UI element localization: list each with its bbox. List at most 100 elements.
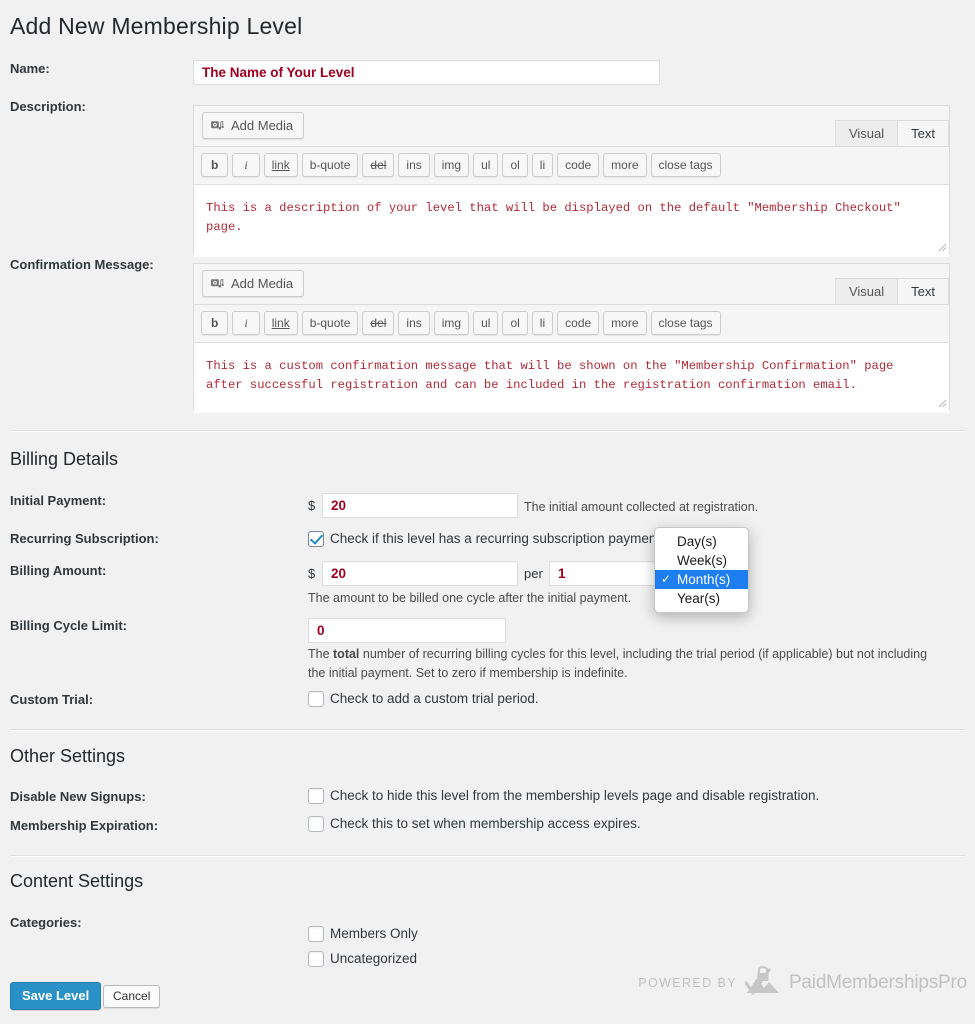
page-title: Add New Membership Level xyxy=(10,13,303,39)
quicktag-li[interactable]: li xyxy=(531,311,554,335)
cycle-period-dropdown[interactable]: Day(s) Week(s) Month(s) Year(s) xyxy=(654,527,749,613)
custom-trial-checkbox[interactable] xyxy=(308,691,324,707)
add-media-label: Add Media xyxy=(231,118,294,133)
quicktag-bold[interactable]: b xyxy=(201,153,229,177)
membership-expiration-checkbox-label: Check this to set when membership access… xyxy=(330,816,641,831)
media-camera-note-icon xyxy=(211,277,225,291)
custom-trial-checkbox-label: Check to add a custom trial period. xyxy=(330,691,539,706)
description-editor: Add Media Visual Text b i link b-quote d… xyxy=(193,105,950,257)
categories-label: Categories: xyxy=(10,915,82,930)
quicktag-italic[interactable]: i xyxy=(232,153,260,177)
quicktag-bold[interactable]: b xyxy=(201,311,229,335)
category-checkbox-uncategorized[interactable] xyxy=(308,951,324,967)
quicktag-ol[interactable]: ol xyxy=(502,153,528,177)
quicktag-ul[interactable]: ul xyxy=(473,311,499,335)
disable-new-signups-label: Disable New Signups: xyxy=(10,789,146,804)
cycle-period-option-weeks[interactable]: Week(s) xyxy=(655,551,748,570)
quicktag-more[interactable]: more xyxy=(603,311,647,335)
quicktag-code[interactable]: code xyxy=(557,311,600,335)
billing-details-heading: Billing Details xyxy=(10,449,119,469)
custom-trial-label: Custom Trial: xyxy=(10,692,94,707)
recurring-subscription-label: Recurring Subscription: xyxy=(10,531,159,546)
quicktag-img[interactable]: img xyxy=(433,311,470,335)
hint-part-2: number of recurring billing cycles for t… xyxy=(308,647,928,680)
billing-amount-input[interactable] xyxy=(322,561,518,586)
billing-amount-currency: $ xyxy=(308,566,316,581)
quicktag-bquote[interactable]: b-quote xyxy=(301,153,359,177)
powered-by-badge: POWERED BY PaidMembershipsPro xyxy=(638,966,967,999)
initial-payment-label: Initial Payment: xyxy=(10,493,107,508)
quicktag-ins[interactable]: ins xyxy=(398,153,430,177)
section-divider-content xyxy=(10,855,965,857)
add-media-button[interactable]: Add Media xyxy=(202,112,305,139)
quicktag-del[interactable]: del xyxy=(362,153,395,177)
disable-new-signups-checkbox-label: Check to hide this level from the member… xyxy=(330,788,820,803)
confirmation-editor-topbar: Add Media Visual Text xyxy=(194,264,949,304)
billing-amount-hint: The amount to be billed one cycle after … xyxy=(308,591,632,605)
name-input[interactable] xyxy=(193,60,660,85)
quicktag-ins[interactable]: ins xyxy=(398,311,430,335)
cycle-period-option-days[interactable]: Day(s) xyxy=(655,532,748,551)
cycle-number-input[interactable] xyxy=(549,561,661,586)
section-divider-billing xyxy=(10,430,965,432)
confirmation-editor-mode-tabs: Visual Text xyxy=(834,278,949,304)
pmpro-brand-name: PaidMembershipsPro xyxy=(788,971,967,993)
quicktag-ol[interactable]: ol xyxy=(502,311,528,335)
initial-payment-currency: $ xyxy=(308,498,316,513)
quicktag-img[interactable]: img xyxy=(433,153,470,177)
billing-amount-label: Billing Amount: xyxy=(10,563,107,578)
cycle-period-option-years[interactable]: Year(s) xyxy=(655,589,748,608)
description-quicktags-toolbar: b i link b-quote del ins img ul ol li co… xyxy=(194,146,949,185)
quicktag-italic[interactable]: i xyxy=(232,311,260,335)
cycle-period-option-months[interactable]: Month(s) xyxy=(655,570,748,589)
add-media-label: Add Media xyxy=(231,276,294,291)
media-camera-note-icon xyxy=(211,119,225,133)
hint-part-1: The xyxy=(308,647,334,661)
pmpro-mountain-checkmark-icon xyxy=(744,966,781,999)
cancel-button[interactable]: Cancel xyxy=(103,985,161,1008)
other-settings-heading: Other Settings xyxy=(10,746,126,766)
content-settings-heading: Content Settings xyxy=(10,871,144,891)
initial-payment-input[interactable] xyxy=(322,493,518,518)
powered-by-label: POWERED BY xyxy=(638,975,737,990)
add-media-button-confirmation[interactable]: Add Media xyxy=(202,270,305,297)
description-textarea[interactable]: This is a description of your level that… xyxy=(194,185,949,257)
name-label: Name: xyxy=(10,61,50,76)
billing-cycle-limit-label: Billing Cycle Limit: xyxy=(10,618,128,633)
membership-expiration-checkbox[interactable] xyxy=(308,816,324,832)
category-label-members-only: Members Only xyxy=(330,926,418,941)
tab-visual-confirmation[interactable]: Visual xyxy=(834,278,899,304)
quicktag-close-tags[interactable]: close tags xyxy=(650,311,721,335)
quicktag-close-tags[interactable]: close tags xyxy=(650,153,721,177)
recurring-subscription-checkbox-label: Check if this level has a recurring subs… xyxy=(330,531,664,546)
quicktag-more[interactable]: more xyxy=(603,153,647,177)
confirmation-textarea[interactable]: This is a custom confirmation message th… xyxy=(194,343,949,413)
confirmation-quicktags-toolbar: b i link b-quote del ins img ul ol li co… xyxy=(194,304,949,343)
quicktag-code[interactable]: code xyxy=(557,153,600,177)
category-checkbox-members-only[interactable] xyxy=(308,926,324,942)
category-label-uncategorized: Uncategorized xyxy=(330,951,418,966)
confirmation-editor: Add Media Visual Text b i link b-quote d… xyxy=(193,263,950,413)
section-divider-other xyxy=(10,729,965,731)
billing-cycle-limit-hint: The total number of recurring billing cy… xyxy=(308,645,938,683)
quicktag-ul[interactable]: ul xyxy=(473,153,499,177)
description-editor-mode-tabs: Visual Text xyxy=(834,120,949,146)
tab-text[interactable]: Text xyxy=(897,120,949,146)
quicktag-bquote[interactable]: b-quote xyxy=(301,311,359,335)
quicktag-li[interactable]: li xyxy=(531,153,554,177)
quicktag-link[interactable]: link xyxy=(263,311,298,335)
hint-bold-total: total xyxy=(333,647,360,661)
membership-expiration-label: Membership Expiration: xyxy=(10,818,159,833)
recurring-subscription-checkbox[interactable] xyxy=(308,531,324,547)
tab-text-confirmation[interactable]: Text xyxy=(897,278,949,304)
description-label: Description: xyxy=(10,99,86,114)
quicktag-link[interactable]: link xyxy=(263,153,298,177)
quicktag-del[interactable]: del xyxy=(362,311,395,335)
billing-cycle-limit-input[interactable] xyxy=(308,618,506,643)
save-level-button[interactable]: Save Level xyxy=(10,982,102,1010)
per-label: per xyxy=(524,566,543,581)
description-editor-topbar: Add Media Visual Text xyxy=(194,106,949,146)
tab-visual[interactable]: Visual xyxy=(834,120,899,146)
initial-payment-hint: The initial amount collected at registra… xyxy=(524,500,759,514)
disable-new-signups-checkbox[interactable] xyxy=(308,788,324,804)
